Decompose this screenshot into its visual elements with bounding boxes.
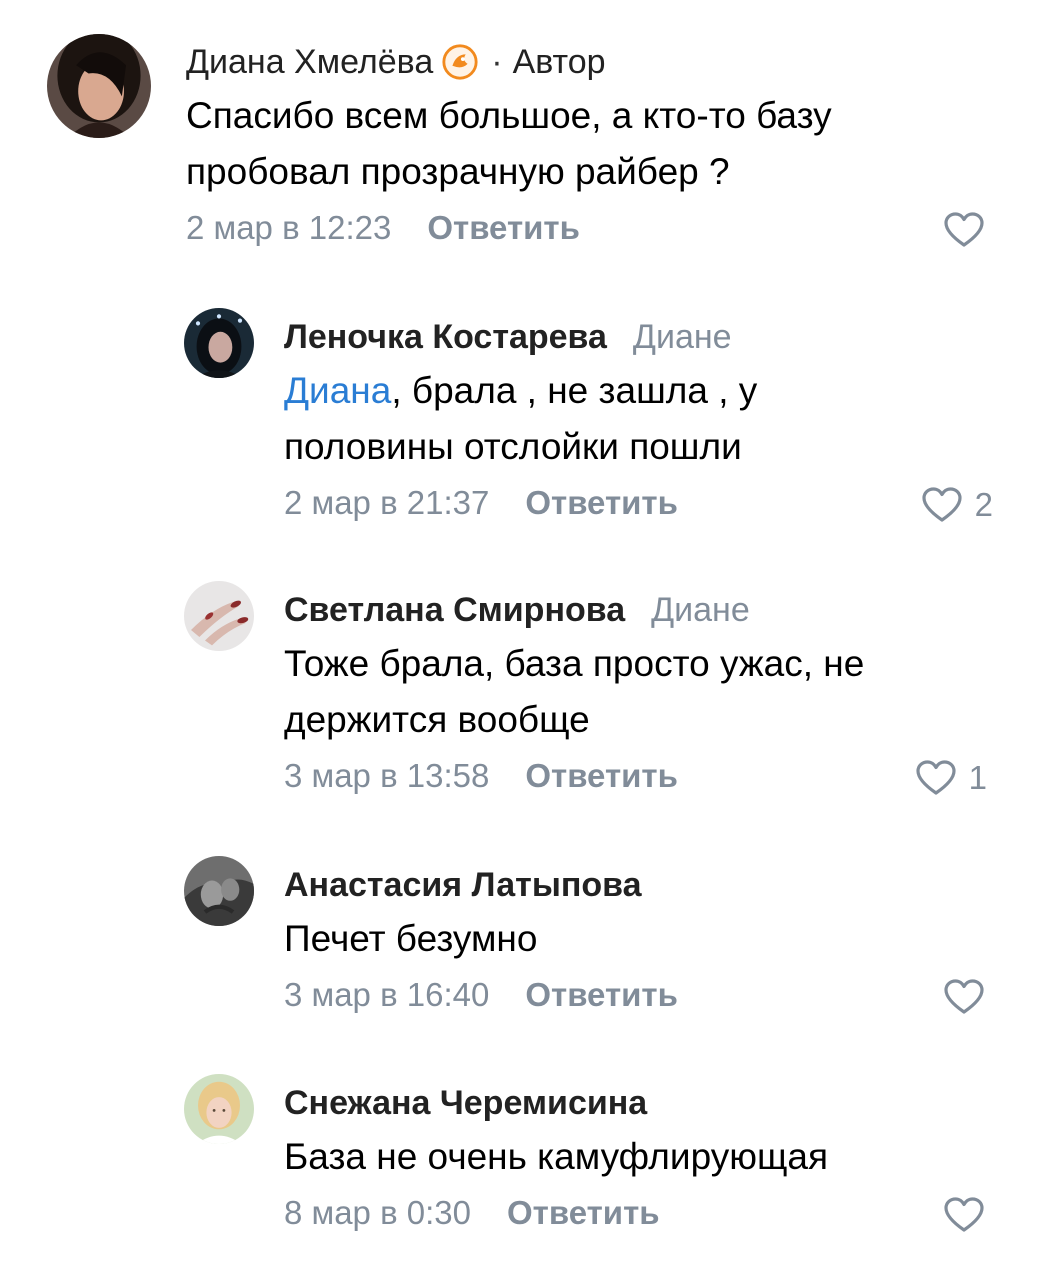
author-name[interactable]: Светлана Смирнова [284,590,625,630]
avatar[interactable] [184,1074,254,1144]
heart-outline-icon [944,1197,984,1232]
comment-meta: 3 мар в 16:40 Ответить [284,975,997,1019]
comment-date[interactable]: 3 мар в 16:40 [284,976,489,1013]
avatar-image [47,34,151,138]
author-name[interactable]: Леночка Костарева [284,317,607,357]
like-button[interactable]: 2 [921,483,993,527]
mention-link[interactable]: Диана [284,370,391,411]
like-button[interactable] [943,975,997,1019]
like-count: 1 [968,759,987,796]
avatar[interactable] [184,856,254,926]
comment-text: Спасибо всем большое, а кто-то базу проб… [186,95,832,192]
author-badge-icon [441,43,479,81]
comment-meta: 2 мар в 12:23 Ответить [186,208,997,252]
comment-text: Диана, брала , не зашла , у половины отс… [284,363,904,475]
like-count: 2 [974,486,993,523]
reply-button[interactable]: Ответить [525,976,678,1013]
avatar[interactable] [184,581,254,651]
comment-date[interactable]: 2 мар в 21:37 [284,484,489,521]
heart-outline-icon [944,979,984,1014]
author-name[interactable]: Снежана Черемисина [284,1083,647,1123]
author-separator: · [491,43,503,81]
comment-text: Печет безумно [284,918,538,959]
avatar-image [184,308,254,378]
reply-to[interactable]: Диане [633,317,732,357]
like-button[interactable]: 1 [915,756,987,800]
comment-meta: 8 мар в 0:30 Ответить [284,1193,997,1237]
comment-text: Тоже брала, база просто ужас, не держитс… [284,643,865,740]
author-name[interactable]: Диана Хмелёва [186,42,433,82]
heart-outline-icon [944,212,984,247]
avatar[interactable] [184,308,254,378]
comment-meta: 3 мар в 13:58 Ответить 1 [284,756,997,800]
comment-date[interactable]: 2 мар в 12:23 [186,209,391,246]
avatar-image [184,1074,254,1144]
reply-to[interactable]: Диане [651,590,750,630]
reply-button[interactable]: Ответить [507,1194,660,1231]
author-name[interactable]: Анастасия Латыпова [284,865,642,905]
like-button[interactable] [943,208,997,252]
reply-button[interactable]: Ответить [525,757,678,794]
comment-text: База не очень камуфлирующая [284,1136,829,1177]
avatar-image [184,856,254,926]
author-tag: Автор [512,43,606,81]
comment-date[interactable]: 8 мар в 0:30 [284,1194,471,1231]
reply-button[interactable]: Ответить [525,484,678,521]
avatar-image [184,581,254,651]
avatar[interactable] [47,34,151,138]
reply-button[interactable]: Ответить [427,209,580,246]
comment-meta: 2 мар в 21:37 Ответить 2 [284,483,997,527]
comment-date[interactable]: 3 мар в 13:58 [284,757,489,794]
heart-outline-icon [916,760,956,795]
like-button[interactable] [943,1193,997,1237]
heart-outline-icon [922,487,962,522]
